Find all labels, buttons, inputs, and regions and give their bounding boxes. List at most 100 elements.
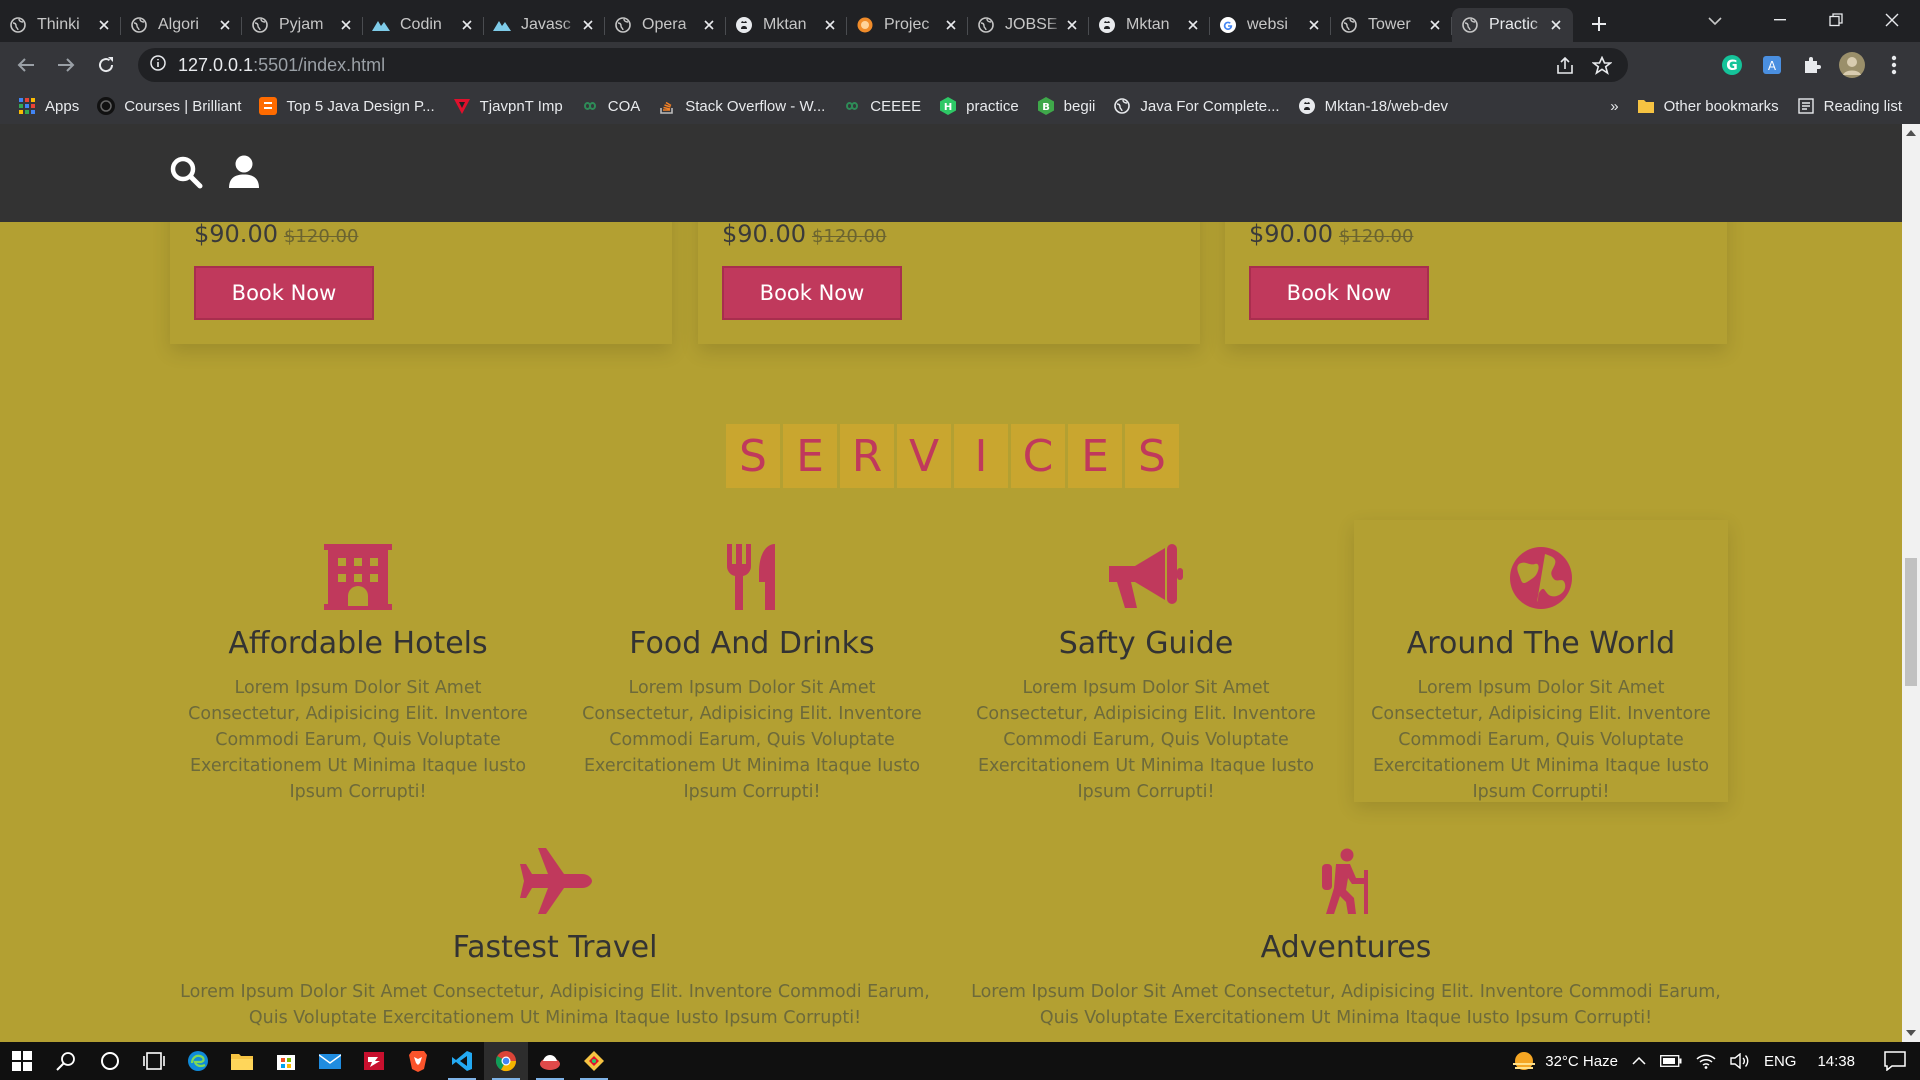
- edge-icon[interactable]: [176, 1042, 220, 1080]
- close-icon[interactable]: [1427, 17, 1443, 33]
- minimize-button[interactable]: [1752, 0, 1808, 40]
- language-indicator[interactable]: ENG: [1764, 1053, 1797, 1070]
- file-explorer-icon[interactable]: [220, 1042, 264, 1080]
- close-icon[interactable]: [580, 17, 596, 33]
- forward-button[interactable]: [46, 45, 86, 85]
- tab[interactable]: Codin: [363, 8, 484, 42]
- chevron-up-icon[interactable]: [1632, 1057, 1646, 1065]
- other-bookmarks[interactable]: Other bookmarks: [1637, 97, 1779, 115]
- store-icon[interactable]: [264, 1042, 308, 1080]
- translate-icon[interactable]: A: [1754, 47, 1790, 83]
- tab-title: Mktan: [1126, 16, 1170, 33]
- address-bar[interactable]: 127.0.0.1:5501/index.html: [138, 48, 1628, 82]
- brave-icon[interactable]: [396, 1042, 440, 1080]
- close-icon[interactable]: [701, 17, 717, 33]
- close-icon[interactable]: [96, 17, 112, 33]
- task-view-icon[interactable]: [132, 1042, 176, 1080]
- tab-search-button[interactable]: [1700, 6, 1730, 36]
- tab[interactable]: Algori: [121, 8, 242, 42]
- bookmark-github-webdev[interactable]: Mktan-18/web-dev: [1298, 97, 1448, 115]
- close-icon[interactable]: [1548, 17, 1564, 33]
- share-icon[interactable]: [1552, 52, 1580, 80]
- mail-icon[interactable]: [308, 1042, 352, 1080]
- battery-icon[interactable]: [1659, 1055, 1682, 1067]
- scrollbar-thumb[interactable]: [1905, 558, 1917, 686]
- close-icon[interactable]: [338, 17, 354, 33]
- vscode-icon[interactable]: [440, 1042, 484, 1080]
- tab[interactable]: websi: [1210, 8, 1331, 42]
- restore-button[interactable]: [1808, 0, 1864, 40]
- cortana-icon[interactable]: [88, 1042, 132, 1080]
- grammarly-icon[interactable]: G: [1714, 47, 1750, 83]
- close-icon[interactable]: [1185, 17, 1201, 33]
- tab[interactable]: Thinki: [0, 8, 121, 42]
- bookmark-tjavpnt[interactable]: TjavpnT Imp: [453, 97, 563, 115]
- bookmark-brilliant[interactable]: Courses | Brilliant: [97, 97, 241, 115]
- book-now-button[interactable]: Book Now: [1249, 266, 1429, 320]
- bookmark-java-complete[interactable]: Java For Complete...: [1113, 97, 1280, 115]
- scroll-down-arrow-icon[interactable]: [1906, 1028, 1916, 1038]
- windows-start-button[interactable]: [0, 1042, 44, 1080]
- red-app-icon[interactable]: [352, 1042, 396, 1080]
- puzzle-icon[interactable]: [1794, 47, 1830, 83]
- apps-grid-icon: [18, 97, 36, 115]
- bookmark-coa[interactable]: COA: [581, 97, 640, 115]
- chrome-icon[interactable]: [484, 1042, 528, 1080]
- tab[interactable]: Projec: [847, 8, 968, 42]
- star-icon[interactable]: [1588, 52, 1616, 80]
- weather-widget[interactable]: 32°C Haze: [1511, 1050, 1618, 1072]
- fire-app-icon[interactable]: [528, 1042, 572, 1080]
- tab[interactable]: JOBSE: [968, 8, 1089, 42]
- page-scrollbar[interactable]: [1902, 124, 1920, 1042]
- tab[interactable]: Mktan: [726, 8, 847, 42]
- bookmark-stackoverflow[interactable]: Stack Overflow - W...: [658, 97, 825, 115]
- bookmark-apps[interactable]: Apps: [18, 97, 79, 115]
- search-icon[interactable]: [166, 152, 206, 192]
- bookmark-practice[interactable]: Hpractice: [939, 97, 1019, 115]
- close-icon[interactable]: [459, 17, 475, 33]
- github-icon: [735, 16, 753, 34]
- git-kraken-icon[interactable]: [572, 1042, 616, 1080]
- reading-list[interactable]: Reading list: [1797, 97, 1902, 115]
- url-path: :5501/index.html: [253, 54, 386, 75]
- utensils-icon: [570, 540, 934, 610]
- back-button[interactable]: [6, 45, 46, 85]
- reload-button[interactable]: [86, 45, 126, 85]
- hotel-icon: [176, 540, 540, 610]
- bookmark-java-design[interactable]: Top 5 Java Design P...: [259, 97, 435, 115]
- close-icon[interactable]: [1306, 17, 1322, 33]
- tab[interactable]: Javasc: [484, 8, 605, 42]
- bookmarks-overflow-button[interactable]: »: [1610, 98, 1618, 115]
- service-title: Affordable Hotels: [228, 626, 488, 661]
- volume-icon[interactable]: [1730, 1053, 1750, 1069]
- tab[interactable]: Opera: [605, 8, 726, 42]
- tab[interactable]: Pyjam: [242, 8, 363, 42]
- overflow-label: »: [1610, 97, 1619, 115]
- close-icon[interactable]: [943, 17, 959, 33]
- notification-icon[interactable]: [1884, 1051, 1906, 1071]
- tab-title: Thinki: [37, 16, 80, 33]
- book-now-button[interactable]: Book Now: [194, 266, 374, 320]
- tab[interactable]: Tower: [1331, 8, 1452, 42]
- user-icon[interactable]: [224, 152, 264, 192]
- tab[interactable]: Mktan: [1089, 8, 1210, 42]
- bookmark-begii[interactable]: Bbegii: [1037, 97, 1095, 115]
- close-icon[interactable]: [822, 17, 838, 33]
- url-text[interactable]: 127.0.0.1:5501/index.html: [178, 55, 385, 76]
- tab-active[interactable]: Practic: [1452, 8, 1573, 42]
- book-now-button[interactable]: Book Now: [722, 266, 902, 320]
- info-icon[interactable]: [150, 54, 166, 76]
- close-icon[interactable]: [1064, 17, 1080, 33]
- clock[interactable]: 14:38: [1817, 1053, 1855, 1070]
- profile-avatar[interactable]: [1834, 47, 1870, 83]
- new-tab-button[interactable]: [1581, 6, 1617, 42]
- mountain-icon: [493, 16, 511, 34]
- menu-kebab-icon[interactable]: [1876, 47, 1912, 83]
- close-window-button[interactable]: [1864, 0, 1920, 40]
- scroll-up-arrow-icon[interactable]: [1906, 128, 1916, 138]
- taskbar-search-icon[interactable]: [44, 1042, 88, 1080]
- bookmark-ceeee[interactable]: CEEEE: [843, 97, 921, 115]
- close-icon[interactable]: [217, 17, 233, 33]
- wifi-icon[interactable]: [1696, 1053, 1716, 1069]
- globe-icon: [130, 16, 148, 34]
